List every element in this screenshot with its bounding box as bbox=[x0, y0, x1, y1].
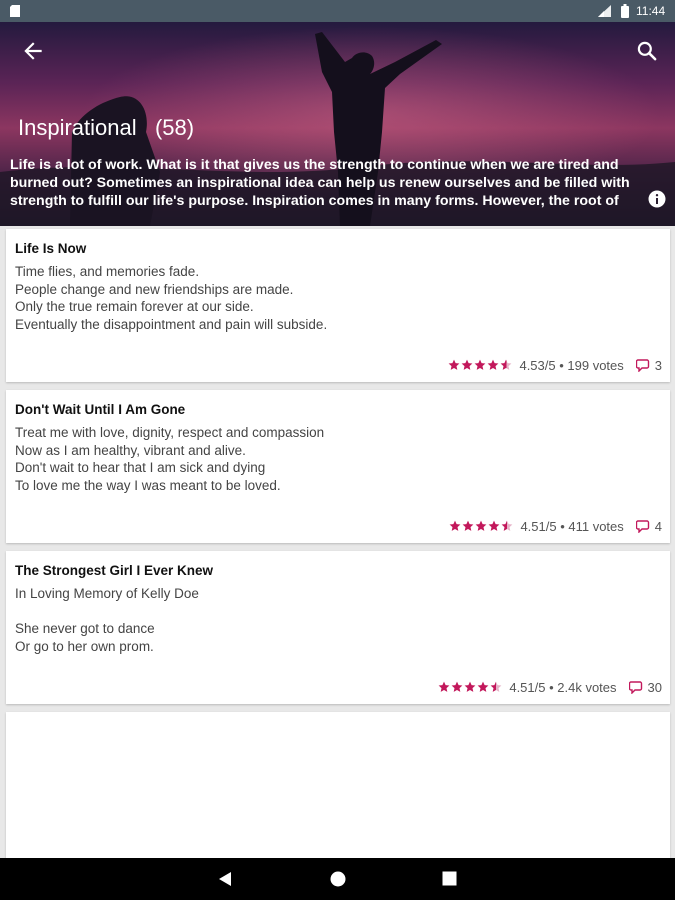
poem-card-empty bbox=[6, 712, 670, 867]
sd-card-icon bbox=[10, 5, 20, 17]
status-time: 11:44 bbox=[636, 4, 666, 18]
nav-recents-icon[interactable] bbox=[442, 871, 457, 886]
poem-line: To love me the way I was meant to be lov… bbox=[15, 477, 281, 493]
comment-count: 30 bbox=[647, 679, 662, 695]
poem-line: Don't wait to hear that I am sick and dy… bbox=[15, 460, 266, 476]
poem-line: Time flies, and memories fade. bbox=[15, 264, 200, 279]
poem-title: Life Is Now bbox=[15, 241, 87, 256]
star-icon bbox=[450, 520, 461, 531]
nav-back-icon[interactable] bbox=[217, 871, 233, 887]
star-icon bbox=[475, 359, 486, 370]
poem-card[interactable]: Don't Wait Until I Am Gone Treat me with… bbox=[6, 390, 670, 543]
star-icon bbox=[488, 359, 499, 370]
star-icon bbox=[477, 681, 489, 692]
star-icon bbox=[501, 359, 512, 370]
poem-count: (58) bbox=[154, 115, 195, 140]
poem-card[interactable]: Life Is Now Time flies, and memories fad… bbox=[6, 229, 670, 382]
poem-line: Only the true remain forever at our side… bbox=[15, 299, 254, 315]
poem-card[interactable]: The Strongest Girl I Ever Knew In Loving… bbox=[6, 551, 670, 704]
comment-count: 3 bbox=[654, 357, 662, 373]
signal-icon bbox=[598, 5, 611, 17]
poem-excerpt: Time flies, and memories fade. People ch… bbox=[15, 263, 327, 333]
poem-title: The Strongest Girl I Ever Knew bbox=[15, 563, 214, 578]
poem-meta: 4.53/5 • 199 votes 3 bbox=[448, 356, 662, 374]
poem-title: Don't Wait Until I Am Gone bbox=[15, 402, 186, 417]
star-icon bbox=[464, 681, 476, 692]
star-icon bbox=[490, 681, 502, 692]
comment-count: 4 bbox=[654, 518, 662, 534]
star-icon bbox=[438, 681, 450, 692]
category-description: Life is a lot of work. What is it that g… bbox=[10, 157, 630, 209]
rating-text: 4.51/5 • 2.4k votes bbox=[509, 679, 617, 695]
info-icon[interactable] bbox=[648, 190, 666, 208]
star-icon bbox=[476, 520, 487, 531]
rating-text: 4.51/5 • 411 votes bbox=[520, 518, 624, 534]
poem-line: People change and new friendships are ma… bbox=[15, 281, 294, 297]
poem-meta: 4.51/5 • 411 votes 4 bbox=[449, 517, 662, 535]
poem-excerpt: In Loving Memory of Kelly Doe She never … bbox=[15, 585, 199, 655]
star-icon bbox=[502, 520, 513, 531]
comment-icon bbox=[635, 358, 649, 372]
battery-icon bbox=[621, 4, 629, 18]
poem-line: Treat me with love, dignity, respect and… bbox=[15, 425, 325, 440]
poem-meta: 4.51/5 • 2.4k votes 30 bbox=[438, 678, 662, 696]
rating-stars bbox=[449, 520, 514, 532]
star-icon bbox=[489, 520, 500, 531]
category-title: Inspirational bbox=[18, 115, 137, 140]
poem-line: Eventually the disappointment and pain w… bbox=[15, 316, 328, 332]
poem-line: Now as I am healthy, vibrant and alive. bbox=[15, 442, 246, 458]
arrow-back-icon[interactable] bbox=[20, 38, 46, 64]
poem-line bbox=[15, 603, 199, 621]
poem-line: In Loving Memory of Kelly Doe bbox=[15, 586, 199, 601]
system-nav-bar bbox=[0, 858, 675, 900]
category-header: Inspirational (58) Life is a lot of work… bbox=[0, 22, 675, 226]
nav-home-icon[interactable] bbox=[329, 870, 347, 888]
rating-stars bbox=[448, 359, 513, 371]
search-icon[interactable] bbox=[634, 38, 660, 64]
rating-stars bbox=[438, 681, 503, 693]
comment-icon bbox=[635, 519, 649, 533]
star-icon bbox=[449, 359, 460, 370]
star-icon bbox=[463, 520, 474, 531]
poem-line: She never got to dance bbox=[15, 621, 155, 637]
star-icon bbox=[462, 359, 473, 370]
poem-line: Or go to her own prom. bbox=[15, 638, 154, 654]
star-icon bbox=[451, 681, 463, 692]
rating-text: 4.53/5 • 199 votes bbox=[519, 357, 624, 373]
page-title: Inspirational (58) bbox=[18, 115, 194, 141]
comment-icon bbox=[628, 680, 642, 694]
status-bar: 11:44 bbox=[0, 0, 675, 22]
poem-excerpt: Treat me with love, dignity, respect and… bbox=[15, 424, 324, 494]
